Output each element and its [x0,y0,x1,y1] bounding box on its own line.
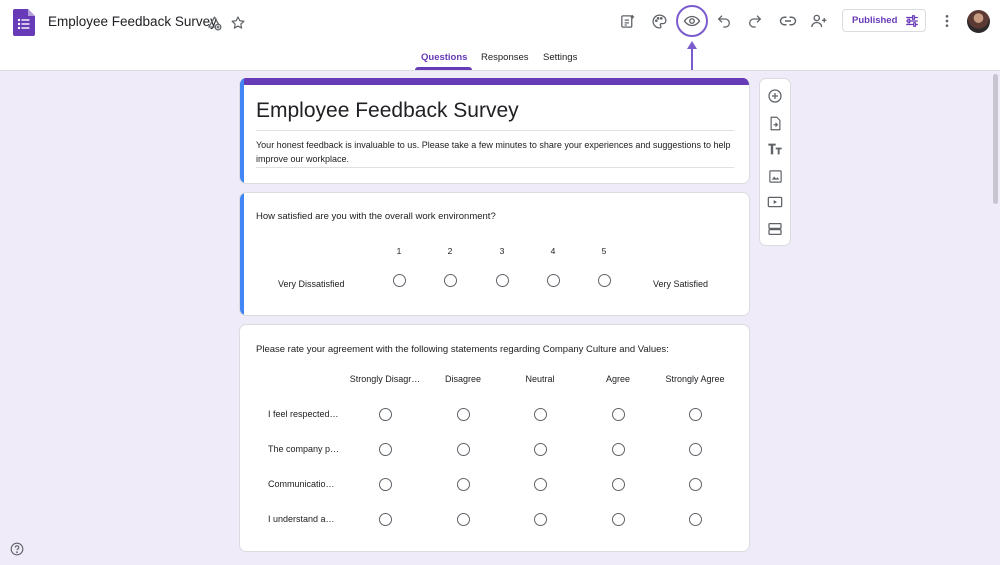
published-label: Published [852,15,898,26]
preview-eye-icon[interactable] [679,8,705,34]
star-icon[interactable] [225,10,251,36]
scale-radio-4[interactable] [546,273,560,287]
grid-column-header: Neutral [525,374,555,384]
grid-radio[interactable] [533,477,547,491]
grid-question-card[interactable]: Please rate your agreement with the foll… [239,324,750,552]
scale-number: 4 [550,246,556,256]
add-collaborator-icon[interactable] [806,8,832,34]
floating-toolbar [759,78,791,246]
scale-number: 3 [499,246,505,256]
document-title[interactable]: Employee Feedback Survey [48,14,217,29]
avatar[interactable] [967,10,990,33]
grid-radio[interactable] [611,512,625,526]
grid-radio[interactable] [378,442,392,456]
link-icon[interactable] [775,8,801,34]
linear-scale-question-card[interactable]: How satisfied are you with the overall w… [239,192,750,316]
grid-column-header: Strongly Agree [665,374,725,384]
add-image-icon[interactable] [766,167,784,185]
form-description[interactable]: Your honest feedback is invaluable to us… [256,138,736,166]
grid-radio[interactable] [456,407,470,421]
grid-radio[interactable] [456,442,470,456]
scale-radio-2[interactable] [443,273,457,287]
scale-number: 2 [447,246,453,256]
add-video-icon[interactable] [766,193,784,211]
grid-row-label: The company p… [268,444,340,454]
scale-number: 5 [601,246,607,256]
divider [256,167,734,168]
question-title: How satisfied are you with the overall w… [256,211,496,222]
redo-icon[interactable] [742,8,768,34]
page-scrollbar[interactable] [993,74,998,204]
published-button[interactable]: Published [842,9,926,32]
grid-radio[interactable] [378,512,392,526]
divider [256,130,734,131]
scale-radio-1[interactable] [392,273,406,287]
tab-bar: Questions Responses Settings [0,45,1000,71]
grid-radio[interactable] [533,442,547,456]
addons-icon[interactable] [614,8,640,34]
active-tab-indicator [415,67,472,70]
grid-radio[interactable] [456,477,470,491]
grid-row-label: Communicatio… [268,479,335,489]
grid-radio[interactable] [611,407,625,421]
form-title-card[interactable]: Employee Feedback Survey Your honest fee… [239,78,750,184]
grid-radio[interactable] [456,512,470,526]
cloud-saved-icon[interactable] [201,10,227,36]
grid-row-label: I understand a… [268,514,335,524]
grid-radio[interactable] [378,407,392,421]
scale-radio-3[interactable] [495,273,509,287]
scale-low-label: Very Dissatisfied [278,279,345,289]
undo-icon[interactable] [711,8,737,34]
help-icon[interactable] [10,542,24,556]
focus-accent-bar [240,193,244,315]
scale-high-label: Very Satisfied [653,279,709,289]
forms-logo-icon[interactable] [13,9,35,36]
grid-radio[interactable] [688,407,702,421]
add-section-icon[interactable] [766,220,784,238]
palette-icon[interactable] [646,8,672,34]
grid-radio[interactable] [688,442,702,456]
tab-settings[interactable]: Settings [543,52,577,63]
form-title[interactable]: Employee Feedback Survey [256,99,519,123]
add-question-icon[interactable] [766,87,784,105]
grid-radio[interactable] [378,477,392,491]
grid-radio[interactable] [533,512,547,526]
title-color-bar [240,78,749,85]
grid-row-label: I feel respected… [268,409,339,419]
tab-questions[interactable]: Questions [421,52,467,63]
grid-radio[interactable] [688,512,702,526]
grid-radio[interactable] [611,442,625,456]
tune-icon [906,14,919,27]
question-title: Please rate your agreement with the foll… [256,344,669,355]
grid-column-header: Strongly Disagr… [349,374,421,384]
more-vert-icon[interactable] [934,8,960,34]
grid-radio[interactable] [611,477,625,491]
app-header: Employee Feedback Survey Published Quest… [0,0,1000,71]
grid-radio[interactable] [688,477,702,491]
scale-radio-5[interactable] [597,273,611,287]
import-questions-icon[interactable] [766,114,784,132]
focus-accent-bar [240,78,244,183]
tab-responses[interactable]: Responses [481,52,529,63]
add-title-icon[interactable] [766,140,784,158]
scale-number: 1 [396,246,402,256]
grid-radio[interactable] [533,407,547,421]
